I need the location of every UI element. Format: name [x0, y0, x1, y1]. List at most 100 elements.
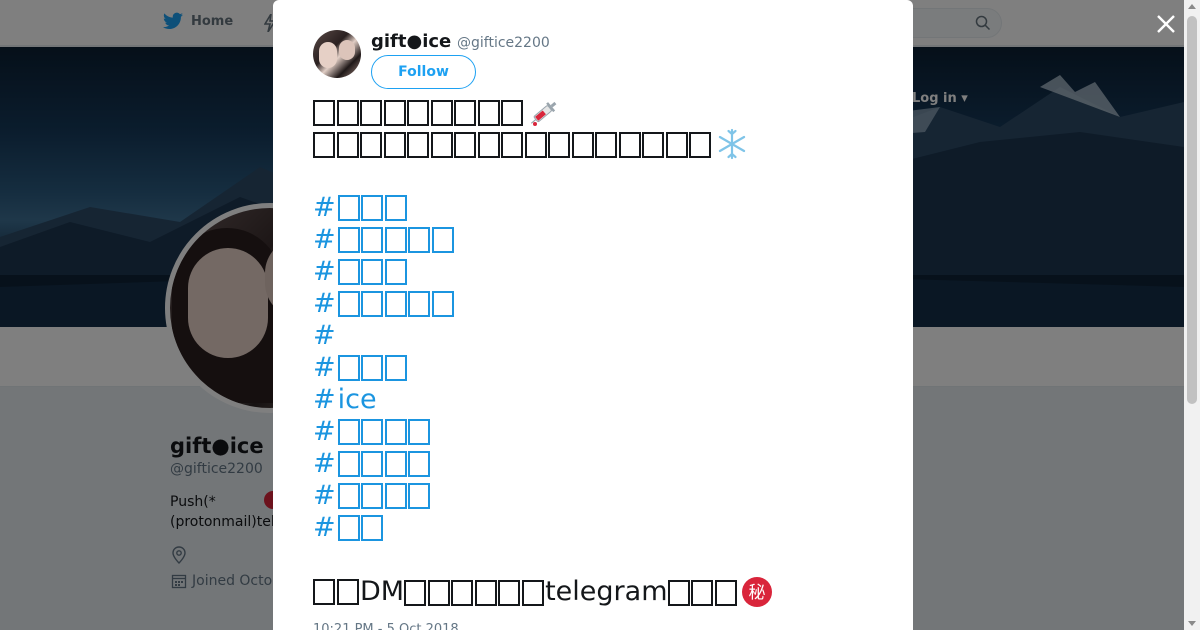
unrendered-glyph	[571, 131, 594, 158]
hashtag-prefix: #	[313, 352, 336, 383]
unrendered-glyph	[361, 195, 384, 221]
unrendered-glyph	[408, 451, 431, 477]
tweet-text: # # # # # # # ice # # # # DM telegram 秘	[313, 96, 883, 608]
unrendered-glyph	[336, 579, 359, 605]
scrollbar-thumb[interactable]	[1187, 16, 1197, 404]
unrendered-glyph	[360, 131, 382, 158]
snowflake-emoji-icon	[718, 128, 745, 160]
unrendered-glyph	[501, 131, 523, 158]
tweet-author-avatar[interactable]	[313, 30, 361, 78]
unrendered-glyph	[548, 131, 570, 158]
secret-badge-text: 秘	[749, 583, 766, 603]
unrendered-glyph	[384, 227, 407, 253]
unrendered-glyph	[337, 227, 360, 253]
unrendered-glyph	[618, 131, 641, 158]
tweet-author-handle[interactable]: @giftice2200	[457, 35, 550, 51]
unrendered-glyph	[384, 451, 407, 477]
unrendered-glyph	[408, 419, 431, 445]
unrendered-glyph	[336, 131, 359, 158]
unrendered-glyph	[524, 131, 547, 158]
unrendered-glyph	[427, 579, 450, 606]
hashtag-link[interactable]: #	[313, 480, 883, 512]
unrendered-glyph	[454, 131, 476, 158]
unrendered-glyphs	[313, 128, 713, 160]
unrendered-glyph	[360, 99, 382, 126]
tweet-author-name[interactable]: gift●ice	[371, 31, 451, 52]
hashtag-link[interactable]: #	[313, 256, 883, 288]
follow-button[interactable]: Follow	[371, 55, 476, 89]
unrendered-glyph	[384, 291, 407, 317]
unrendered-glyph	[407, 131, 429, 158]
unrendered-glyph	[501, 99, 523, 126]
page-scrollbar[interactable]	[1184, 0, 1200, 630]
hashtag-link[interactable]: #	[313, 448, 883, 480]
unrendered-glyph	[337, 419, 360, 445]
unrendered-glyph	[498, 579, 521, 606]
tweet-timestamp[interactable]: 10:21 PM - 5 Oct 2018	[313, 622, 459, 630]
hashtag-link[interactable]: #	[313, 192, 883, 224]
unrendered-glyph	[431, 227, 454, 253]
hashtag-prefix: #	[313, 512, 336, 543]
unrendered-glyph	[474, 579, 497, 606]
unrendered-glyph	[408, 291, 431, 317]
unrendered-glyph	[521, 579, 544, 606]
unrendered-glyph	[313, 579, 335, 605]
unrendered-glyph	[361, 259, 384, 285]
unrendered-glyph	[361, 291, 384, 317]
unrendered-glyph	[384, 355, 407, 381]
tweet-line-1	[313, 96, 883, 128]
unrendered-glyph	[408, 483, 431, 509]
unrendered-glyph	[430, 131, 453, 158]
hashtag-link[interactable]: #	[313, 288, 883, 320]
hashtag-link[interactable]: #	[313, 320, 883, 352]
hashtag-link[interactable]: # ice	[313, 384, 883, 416]
secret-badge-icon: 秘	[742, 577, 772, 607]
hashtag-link[interactable]: #	[313, 352, 883, 384]
scroll-down-arrow-icon[interactable]	[1188, 621, 1196, 626]
unrendered-glyph	[689, 131, 711, 158]
hashtag-prefix: #	[313, 256, 336, 287]
unrendered-glyph	[384, 483, 407, 509]
close-icon[interactable]	[1154, 12, 1178, 36]
unrendered-glyph	[595, 131, 617, 158]
hashtag-link[interactable]: #	[313, 512, 883, 544]
scroll-up-arrow-icon[interactable]	[1188, 4, 1196, 9]
unrendered-glyph	[714, 579, 737, 606]
hashtag-prefix: #	[313, 224, 336, 255]
unrendered-glyph	[384, 195, 407, 221]
unrendered-glyph	[691, 579, 713, 606]
unrendered-glyph	[361, 451, 384, 477]
hashtag-prefix: #	[313, 448, 336, 479]
unrendered-glyph	[361, 419, 384, 445]
hashtag-prefix: #	[313, 320, 336, 351]
hashtag-prefix: #	[313, 480, 336, 511]
telegram-text: telegram	[545, 576, 668, 607]
hashtag-link[interactable]: #	[313, 416, 883, 448]
unrendered-glyphs	[313, 96, 525, 128]
unrendered-glyph	[477, 99, 500, 126]
hashtag-link[interactable]: #	[313, 224, 883, 256]
unrendered-glyph	[337, 259, 360, 285]
unrendered-glyph	[383, 131, 406, 158]
unrendered-glyph	[384, 259, 407, 285]
unrendered-glyph	[313, 99, 335, 126]
unrendered-glyph	[337, 195, 360, 221]
unrendered-glyph	[336, 99, 359, 126]
unrendered-glyph	[451, 579, 474, 606]
unrendered-glyph	[407, 99, 429, 126]
unrendered-glyph	[454, 99, 476, 126]
unrendered-glyph	[337, 515, 360, 541]
unrendered-glyph	[337, 355, 360, 381]
unrendered-glyph	[361, 483, 384, 509]
unrendered-glyph	[337, 483, 360, 509]
unrendered-glyph	[383, 99, 406, 126]
unrendered-glyph	[361, 227, 384, 253]
hashtag-prefix: #	[313, 192, 336, 223]
unrendered-glyphs	[667, 576, 739, 608]
unrendered-glyph	[361, 515, 384, 541]
tweet-line-2	[313, 128, 883, 160]
unrendered-glyph	[642, 131, 664, 158]
unrendered-glyph	[404, 579, 427, 606]
